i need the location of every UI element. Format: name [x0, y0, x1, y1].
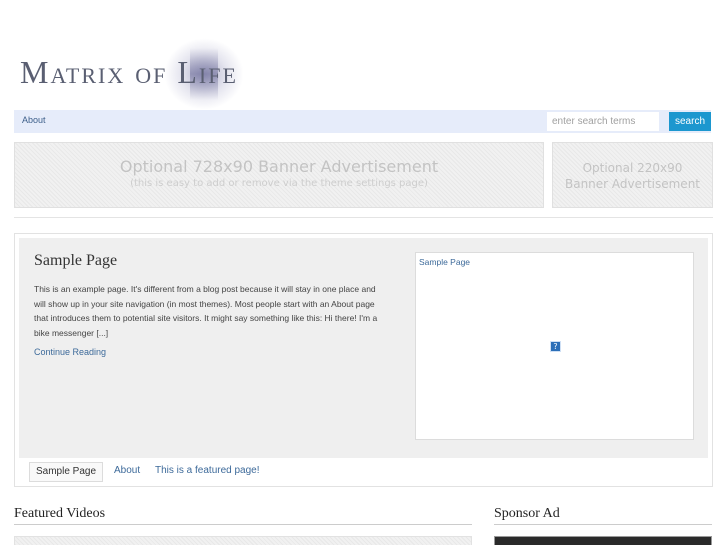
sponsor-ad-box[interactable]	[494, 536, 712, 545]
sponsor-ad-heading: Sponsor Ad	[494, 506, 560, 521]
featured-post-title[interactable]: Sample Page	[34, 252, 117, 270]
site-logo[interactable]: Matrix of Life	[14, 38, 354, 110]
nav-bar: About search	[14, 110, 711, 133]
sponsor-ad-rule	[494, 524, 712, 525]
banner-220-line1: Optional 220x90	[582, 161, 683, 175]
banner-ad-728[interactable]: Optional 728x90 Banner Advertisement (th…	[14, 142, 544, 208]
featured-tab-featured-page[interactable]: This is a featured page!	[155, 462, 260, 480]
site-title: Matrix of Life	[20, 54, 238, 90]
search-input[interactable]	[547, 112, 659, 131]
featured-videos-box	[14, 536, 472, 545]
featured-tabs: Sample Page About This is a featured pag…	[19, 458, 708, 484]
featured-videos-heading: Featured Videos	[14, 506, 106, 521]
banner-220-line2: Banner Advertisement	[564, 177, 701, 191]
banner-728-title: Optional 728x90 Banner Advertisement	[119, 157, 439, 176]
featured-tab-about[interactable]: About	[114, 462, 140, 480]
featured-tab-sample-page[interactable]: Sample Page	[29, 462, 104, 482]
continue-reading-link[interactable]: Continue Reading	[34, 347, 106, 357]
featured-videos-rule	[14, 524, 472, 525]
banner-728-subtitle: (this is easy to add or remove via the t…	[130, 178, 428, 189]
featured-slide: Sample Page This is an example page. It'…	[19, 238, 708, 458]
broken-image-icon: ?	[550, 341, 561, 352]
banner-ad-220[interactable]: Optional 220x90 Banner Advertisement	[552, 142, 713, 208]
featured-image-frame[interactable]: Sample Page ?	[415, 252, 694, 440]
nav-item-about[interactable]: About	[22, 115, 46, 125]
featured-content-slider: Sample Page This is an example page. It'…	[14, 233, 713, 487]
search-button[interactable]: search	[669, 112, 711, 131]
featured-post-excerpt: This is an example page. It's different …	[34, 284, 378, 338]
header-divider	[14, 217, 713, 218]
featured-image-caption: Sample Page	[419, 257, 471, 267]
